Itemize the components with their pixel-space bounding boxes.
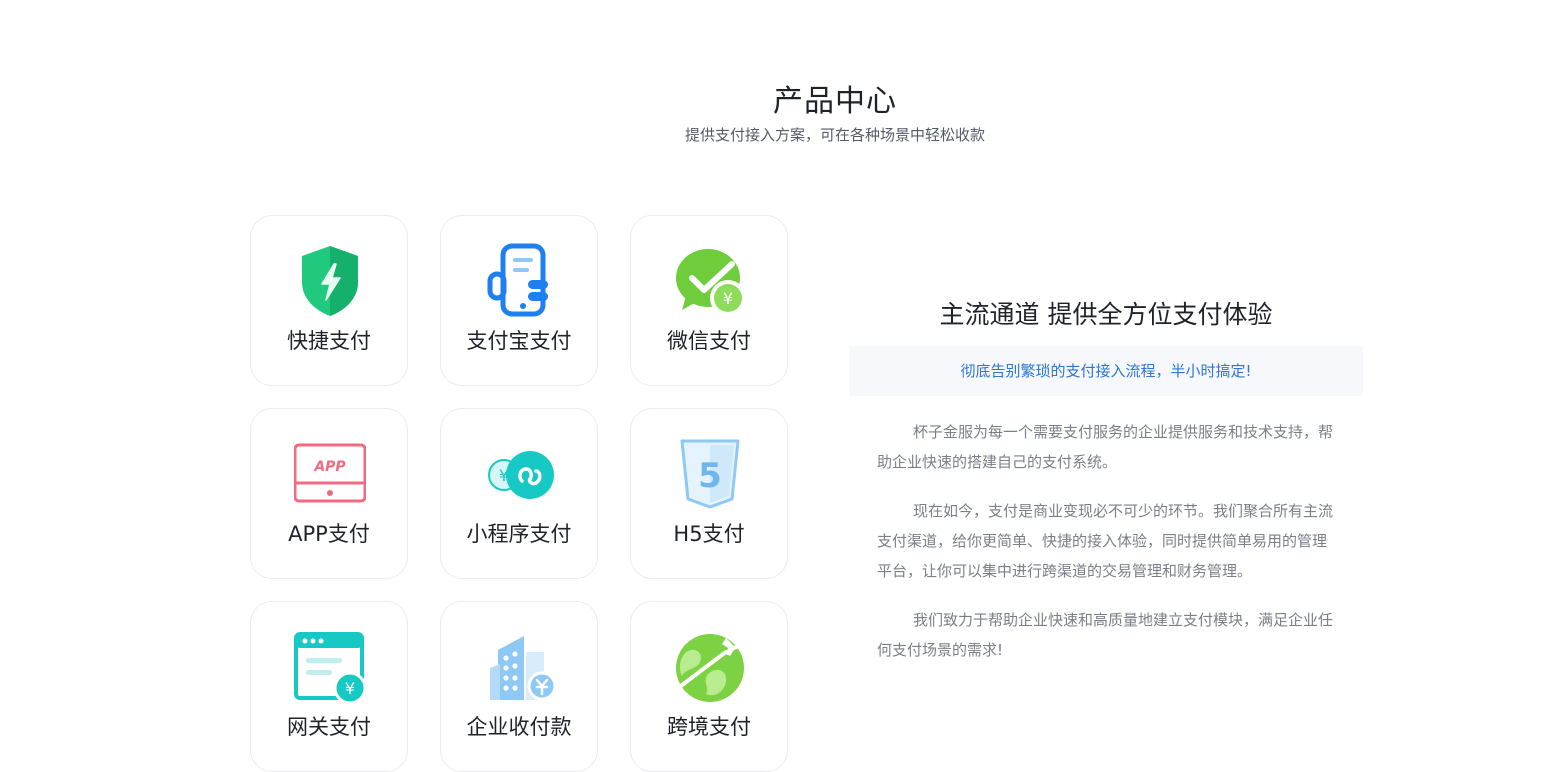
- product-card-enterprise-pay[interactable]: 企业收付款: [440, 601, 598, 772]
- html5-icon-text: 5: [698, 456, 722, 496]
- app-icon-text: APP: [313, 459, 346, 475]
- page-subtitle: 提供支付接入方案，可在各种场景中轻松收款: [684, 126, 985, 144]
- product-card-cross-border-pay[interactable]: 跨境支付: [630, 601, 788, 772]
- product-label: 微信支付: [667, 329, 751, 353]
- product-card-mini-program-pay[interactable]: ¥ 小程序支付: [440, 408, 598, 579]
- product-card-quick-pay[interactable]: 快捷支付: [250, 215, 408, 386]
- product-label: 跨境支付: [667, 715, 751, 739]
- product-label: 快捷支付: [287, 329, 371, 353]
- product-label: 支付宝支付: [466, 329, 572, 353]
- product-card-wechat-pay[interactable]: ¥ 微信支付: [630, 215, 788, 386]
- section-header: 产品中心 提供支付接入方案，可在各种场景中轻松收款: [0, 82, 1544, 146]
- intro-banner: 彻底告别繁琐的支付接入流程，半小时搞定!: [849, 346, 1363, 396]
- svg-text:¥: ¥: [723, 289, 733, 308]
- product-card-h5-pay[interactable]: 5 H5支付: [630, 408, 788, 579]
- product-label: 企业收付款: [466, 715, 572, 739]
- gateway-window-icon: ¥: [294, 628, 366, 704]
- product-label: 小程序支付: [466, 522, 572, 546]
- product-label: H5支付: [673, 522, 745, 546]
- mini-program-icon: ¥: [484, 435, 556, 511]
- intro-description: 杯子金服为每一个需要支付服务的企业提供服务和技术支持，帮助企业快速的搭建自己的支…: [849, 396, 1363, 665]
- shield-lightning-icon: [294, 242, 366, 318]
- intro-panel: 主流通道 提供全方位支付体验 彻底告别繁琐的支付接入流程，半小时搞定! 杯子金服…: [849, 296, 1363, 684]
- globe-plane-icon: [674, 628, 746, 704]
- wechat-pay-icon: ¥: [674, 242, 746, 318]
- phone-hand-icon: [484, 242, 556, 318]
- product-card-app-pay[interactable]: APP APP支付: [250, 408, 408, 579]
- product-card-alipay[interactable]: 支付宝支付: [440, 215, 598, 386]
- app-screen-icon: APP: [294, 435, 366, 511]
- product-label: 网关支付: [287, 715, 371, 739]
- intro-title: 主流通道 提供全方位支付体验: [939, 300, 1273, 329]
- intro-paragraph: 我们致力于帮助企业快速和高质量地建立支付模块，满足企业任何支付场景的需求!: [877, 611, 1334, 659]
- gateway-icon-text: ¥: [345, 679, 355, 698]
- page-title: 产品中心: [773, 84, 897, 119]
- product-label: APP支付: [288, 522, 370, 546]
- intro-paragraph: 现在如今，支付是商业变现必不可少的环节。我们聚合所有主流支付渠道，给你更简单、快…: [877, 502, 1334, 580]
- building-icon: [484, 628, 556, 704]
- product-card-gateway-pay[interactable]: ¥ 网关支付: [250, 601, 408, 772]
- html5-icon: 5: [674, 435, 746, 511]
- intro-paragraph: 杯子金服为每一个需要支付服务的企业提供服务和技术支持，帮助企业快速的搭建自己的支…: [877, 423, 1334, 471]
